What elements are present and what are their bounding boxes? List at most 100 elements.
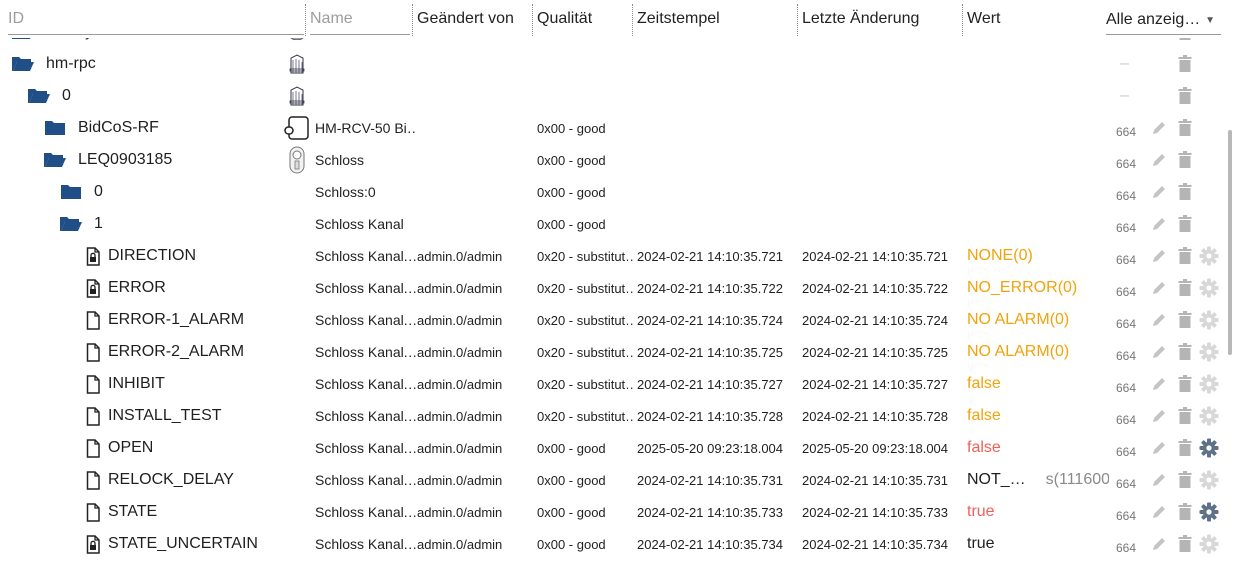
table-row[interactable]: ERROR Schloss Kanal.… admin.0/admin 0x20 - … bbox=[0, 272, 1234, 304]
table-row[interactable]: STATE_UNCERTAIN Schloss Kanal.… admin.0/ad… bbox=[0, 528, 1234, 560]
name-filter-input[interactable] bbox=[310, 4, 410, 35]
id-filter-input[interactable] bbox=[8, 4, 304, 35]
trash-icon[interactable] bbox=[1175, 240, 1195, 272]
trash-icon[interactable] bbox=[1175, 400, 1195, 432]
state-value[interactable]: NONE (0) bbox=[967, 240, 1109, 272]
column-separator[interactable] bbox=[412, 4, 413, 36]
object-id[interactable]: STATE_UNCERTAIN bbox=[108, 528, 300, 560]
trash-icon[interactable] bbox=[1175, 368, 1195, 400]
trash-icon[interactable] bbox=[1175, 432, 1195, 464]
column-separator[interactable] bbox=[632, 4, 633, 36]
trash-icon[interactable] bbox=[1175, 176, 1195, 208]
table-row[interactable]: RELOCK_DELAY Schloss Kanal.… admin.0/admin… bbox=[0, 464, 1234, 496]
gear-icon[interactable] bbox=[1198, 528, 1220, 560]
object-id[interactable]: OPEN bbox=[108, 432, 300, 464]
object-id[interactable]: ERROR-1_ALARM bbox=[108, 304, 300, 336]
table-row[interactable]: OPEN Schloss Kanal.… admin.0/admin 0x00 - g… bbox=[0, 432, 1234, 464]
state-value[interactable]: NOT_… s(111600) bbox=[967, 464, 1109, 496]
state-value[interactable]: true bbox=[967, 528, 1109, 560]
object-id[interactable]: LEQ0903185 bbox=[78, 144, 300, 176]
gear-icon[interactable] bbox=[1198, 496, 1220, 528]
trash-icon[interactable] bbox=[1175, 336, 1195, 368]
trash-icon[interactable] bbox=[1175, 464, 1195, 496]
pencil-icon[interactable] bbox=[1148, 240, 1170, 272]
gear-icon[interactable] bbox=[1198, 272, 1220, 304]
state-value[interactable]: false bbox=[967, 432, 1109, 464]
table-row[interactable]: DIRECTION Schloss Kanal.… admin.0/admin 0x2… bbox=[0, 240, 1234, 272]
folder-closed-icon[interactable] bbox=[58, 176, 84, 208]
pencil-icon[interactable] bbox=[1148, 208, 1170, 240]
state-value[interactable]: false bbox=[967, 368, 1109, 400]
object-id[interactable]: ERROR bbox=[108, 272, 300, 304]
pencil-icon[interactable] bbox=[1148, 304, 1170, 336]
pencil-icon[interactable] bbox=[1148, 336, 1170, 368]
column-header-changed-by[interactable]: Geändert von bbox=[417, 0, 514, 38]
folder-open-icon[interactable] bbox=[42, 144, 68, 176]
column-header-value[interactable]: Wert bbox=[967, 0, 1000, 38]
state-value[interactable]: false bbox=[967, 400, 1109, 432]
pencil-icon[interactable] bbox=[1148, 176, 1170, 208]
table-row[interactable]: ERROR-1_ALARM Schloss Kanal.… admin.0/admi… bbox=[0, 304, 1234, 336]
trash-icon[interactable] bbox=[1175, 304, 1195, 336]
trash-icon[interactable] bbox=[1175, 144, 1195, 176]
state-value[interactable]: NO ALARM (0) bbox=[967, 336, 1109, 368]
state-value[interactable]: true bbox=[967, 496, 1109, 528]
table-row[interactable]: hm-rpc – bbox=[0, 48, 1234, 80]
trash-icon[interactable] bbox=[1175, 208, 1195, 240]
gear-icon[interactable] bbox=[1198, 240, 1220, 272]
gear-icon[interactable] bbox=[1198, 304, 1220, 336]
pencil-icon[interactable] bbox=[1148, 272, 1170, 304]
pencil-icon[interactable] bbox=[1148, 432, 1170, 464]
gear-icon[interactable] bbox=[1198, 336, 1220, 368]
trash-icon[interactable] bbox=[1175, 496, 1195, 528]
pencil-icon[interactable] bbox=[1148, 400, 1170, 432]
trash-icon[interactable] bbox=[1175, 528, 1195, 560]
pencil-icon[interactable] bbox=[1148, 528, 1170, 560]
folder-open-icon[interactable] bbox=[26, 80, 52, 112]
table-row[interactable]: 0 Schloss:0 0x00 - good 664 bbox=[0, 176, 1234, 208]
pencil-icon[interactable] bbox=[1148, 496, 1170, 528]
column-separator[interactable] bbox=[305, 4, 306, 36]
vertical-scrollbar[interactable] bbox=[1228, 130, 1232, 355]
object-id[interactable]: 0 bbox=[94, 176, 300, 208]
table-row[interactable]: 0– bbox=[0, 80, 1234, 112]
pencil-icon[interactable] bbox=[1148, 112, 1170, 144]
gear-icon[interactable] bbox=[1198, 400, 1220, 432]
object-id[interactable]: 0 bbox=[62, 80, 300, 112]
trash-icon[interactable] bbox=[1175, 48, 1195, 80]
table-row[interactable]: INHIBIT Schloss Kanal.… admin.0/admin 0x20 … bbox=[0, 368, 1234, 400]
pencil-icon[interactable] bbox=[1148, 368, 1170, 400]
object-id[interactable]: RELOCK_DELAY bbox=[108, 464, 300, 496]
object-id[interactable]: STATE bbox=[108, 496, 300, 528]
column-separator[interactable] bbox=[962, 4, 963, 36]
state-value[interactable]: NO_ERROR (0) bbox=[967, 272, 1109, 304]
gear-icon[interactable] bbox=[1198, 432, 1220, 464]
trash-icon[interactable] bbox=[1175, 112, 1195, 144]
table-row[interactable]: INSTALL_TEST Schloss Kanal.… admin.0/admin… bbox=[0, 400, 1234, 432]
table-row[interactable]: ERROR-2_ALARM Schloss Kanal.… admin.0/admi… bbox=[0, 336, 1234, 368]
folder-closed-icon[interactable] bbox=[42, 112, 68, 144]
folder-open-icon[interactable] bbox=[58, 208, 84, 240]
object-id[interactable]: INHIBIT bbox=[108, 368, 300, 400]
object-id[interactable]: BidCoS-RF bbox=[78, 112, 300, 144]
state-value[interactable]: NO ALARM (0) bbox=[967, 304, 1109, 336]
object-id[interactable]: INSTALL_TEST bbox=[108, 400, 300, 432]
column-header-timestamp[interactable]: Zeitstempel bbox=[637, 0, 720, 38]
folder-open-icon[interactable] bbox=[10, 48, 36, 80]
column-header-quality[interactable]: Qualität bbox=[537, 0, 592, 38]
trash-icon[interactable] bbox=[1175, 80, 1195, 112]
value-filter-select[interactable]: Alle anzeig… ▼ bbox=[1106, 6, 1221, 35]
table-row[interactable]: BidCoS-RF HM-RCV-50 Bi… 0x00 - good 664 bbox=[0, 112, 1234, 144]
trash-icon[interactable] bbox=[1175, 272, 1195, 304]
table-row[interactable]: STATE Schloss Kanal.… admin.0/admin 0x00 - … bbox=[0, 496, 1234, 528]
pencil-icon[interactable] bbox=[1148, 464, 1170, 496]
object-id[interactable]: DIRECTION bbox=[108, 240, 300, 272]
object-id[interactable]: hm-rpc bbox=[46, 48, 300, 80]
table-row[interactable]: LEQ0903185 Schloss 0x00 - good 664 bbox=[0, 144, 1234, 176]
object-id[interactable]: ERROR-2_ALARM bbox=[108, 336, 300, 368]
column-header-last-change[interactable]: Letzte Änderung bbox=[802, 0, 919, 38]
column-separator[interactable] bbox=[797, 4, 798, 36]
column-separator[interactable] bbox=[532, 4, 533, 36]
gear-icon[interactable] bbox=[1198, 368, 1220, 400]
pencil-icon[interactable] bbox=[1148, 144, 1170, 176]
